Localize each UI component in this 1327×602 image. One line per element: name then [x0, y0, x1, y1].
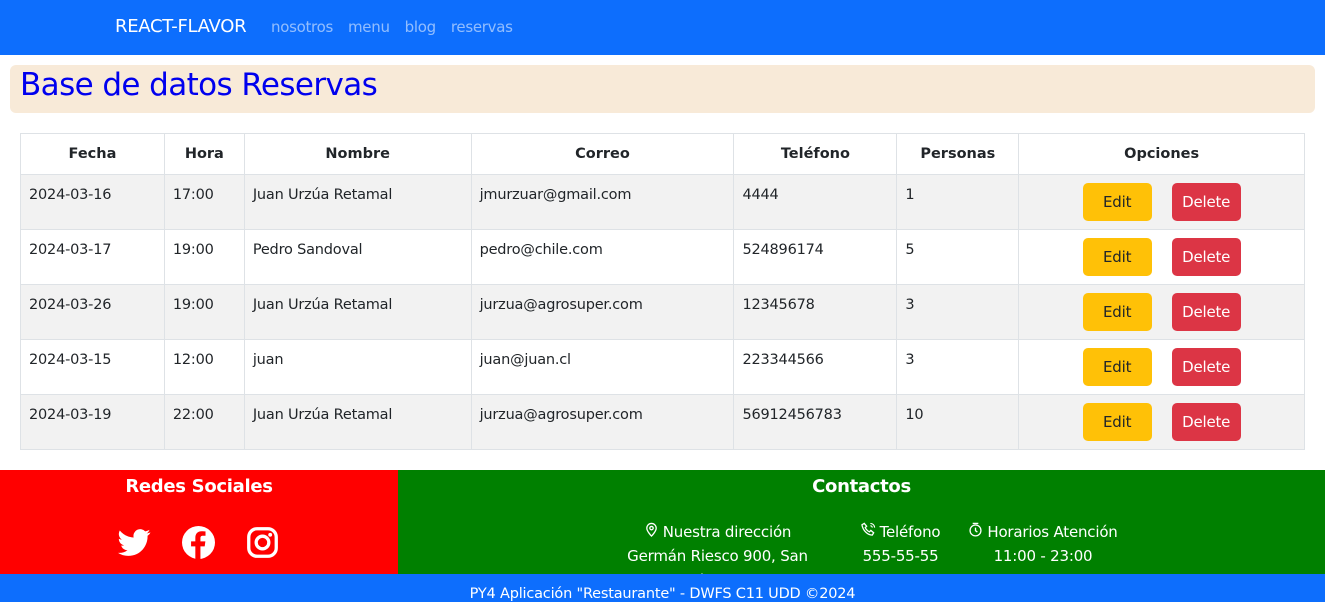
cell-personas: 5 [896, 229, 1020, 285]
delete-button[interactable]: Delete [1171, 293, 1241, 331]
hours-block: Horarios Atención 11:00 - 23:00 [968, 520, 1118, 568]
edit-button[interactable]: Edit [1082, 238, 1152, 276]
cell-fecha: 2024-03-19 [20, 394, 165, 450]
table-row: 2024-03-16 17:00 Juan Urzúa Retamal jmurzua… [20, 174, 1305, 230]
header-nombre: Nombre [243, 133, 472, 175]
cell-telefono: 223344566 [733, 339, 898, 395]
cell-correo: juan@juan.cl [470, 339, 735, 395]
header-telefono: Teléfono [733, 133, 898, 175]
facebook-icon[interactable] [182, 526, 215, 559]
map-pin-icon [644, 520, 659, 544]
cell-hora: 19:00 [163, 229, 245, 285]
phone-label: Teléfono [879, 523, 941, 541]
page-title: Base de datos Reservas [20, 67, 378, 103]
social-title: Redes Sociales [125, 476, 273, 497]
cell-personas: 3 [896, 339, 1020, 395]
header-opciones: Opciones [1018, 133, 1305, 175]
cell-hora: 22:00 [163, 394, 245, 450]
cell-fecha: 2024-03-17 [20, 229, 165, 285]
table-header-row: Fecha Hora Nombre Correo Teléfono Person… [20, 133, 1305, 175]
nav-link-nosotros[interactable]: nosotros [271, 18, 333, 36]
delete-button[interactable]: Delete [1171, 183, 1241, 221]
contact-title: Contactos [812, 476, 911, 497]
nav-link-reservas[interactable]: reservas [451, 18, 513, 36]
brand-logo[interactable]: REACT-FLAVOR [115, 16, 247, 37]
cell-fecha: 2024-03-16 [20, 174, 165, 230]
clock-icon [968, 520, 983, 544]
cell-correo: jurzua@agrosuper.com [470, 394, 735, 450]
edit-button[interactable]: Edit [1082, 348, 1152, 386]
cell-telefono: 56912456783 [733, 394, 898, 450]
header-fecha: Fecha [20, 133, 165, 175]
header-correo: Correo [470, 133, 735, 175]
nav-links: nosotros menu blog reservas [271, 18, 528, 36]
cell-correo: pedro@chile.com [470, 229, 735, 285]
cell-telefono: 4444 [733, 174, 898, 230]
cell-nombre: juan [243, 339, 472, 395]
cell-opciones: Edit Delete [1018, 229, 1305, 285]
cell-hora: 12:00 [163, 339, 245, 395]
copyright-bar: PY4 Aplicación "Restaurante" - DWFS C11 … [0, 574, 1325, 602]
cell-hora: 17:00 [163, 174, 245, 230]
delete-button[interactable]: Delete [1171, 238, 1241, 276]
edit-button[interactable]: Edit [1082, 403, 1152, 441]
cell-fecha: 2024-03-15 [20, 339, 165, 395]
table-row: 2024-03-26 19:00 Juan Urzúa Retamal jurzua@… [20, 284, 1305, 340]
social-section: Redes Sociales [0, 470, 398, 574]
copyright-text: PY4 Aplicación "Restaurante" - DWFS C11 … [469, 586, 856, 602]
cell-opciones: Edit Delete [1018, 174, 1305, 230]
table-row: 2024-03-17 19:00 Pedro Sandoval pedro@chile… [20, 229, 1305, 285]
cell-nombre: Juan Urzúa Retamal [243, 284, 472, 340]
cell-personas: 1 [896, 174, 1020, 230]
delete-button[interactable]: Delete [1171, 348, 1241, 386]
cell-correo: jurzua@agrosuper.com [470, 284, 735, 340]
cell-nombre: Juan Urzúa Retamal [243, 174, 472, 230]
cell-hora: 19:00 [163, 284, 245, 340]
nav-link-blog[interactable]: blog [405, 18, 437, 36]
cell-opciones: Edit Delete [1018, 284, 1305, 340]
phone-icon [860, 520, 876, 544]
cell-personas: 10 [896, 394, 1020, 450]
cell-nombre: Juan Urzúa Retamal [243, 394, 472, 450]
cell-telefono: 12345678 [733, 284, 898, 340]
cell-opciones: Edit Delete [1018, 339, 1305, 395]
hours-label: Horarios Atención [987, 523, 1118, 541]
contact-section: Contactos Nuestra dirección Germán Riesc… [398, 470, 1325, 589]
cell-opciones: Edit Delete [1018, 394, 1305, 450]
reservations-table: Fecha Hora Nombre Correo Teléfono Person… [20, 133, 1305, 450]
header-hora: Hora [163, 133, 245, 175]
top-navbar: REACT-FLAVOR nosotros menu blog reservas [0, 0, 1325, 55]
cell-telefono: 524896174 [733, 229, 898, 285]
cell-fecha: 2024-03-26 [20, 284, 165, 340]
hours-value: 11:00 - 23:00 [993, 547, 1093, 565]
cell-personas: 3 [896, 284, 1020, 340]
phone-block: Teléfono 555-55-55 [853, 520, 948, 568]
address-label: Nuestra dirección [662, 523, 792, 541]
edit-button[interactable]: Edit [1082, 293, 1152, 331]
instagram-icon[interactable] [246, 526, 279, 559]
cell-nombre: Pedro Sandoval [243, 229, 472, 285]
twitter-icon[interactable] [118, 526, 151, 559]
header-personas: Personas [896, 133, 1020, 175]
delete-button[interactable]: Delete [1171, 403, 1241, 441]
table-row: 2024-03-15 12:00 juan juan@juan.cl 223344566… [20, 339, 1305, 395]
cell-correo: jmurzuar@gmail.com [470, 174, 735, 230]
phone-value: 555-55-55 [862, 547, 939, 565]
page-title-box: Base de datos Reservas [10, 65, 1315, 113]
nav-link-menu[interactable]: menu [348, 18, 390, 36]
edit-button[interactable]: Edit [1082, 183, 1152, 221]
social-icons [118, 526, 279, 559]
table-row: 2024-03-19 22:00 Juan Urzúa Retamal jurzua@… [20, 394, 1305, 450]
